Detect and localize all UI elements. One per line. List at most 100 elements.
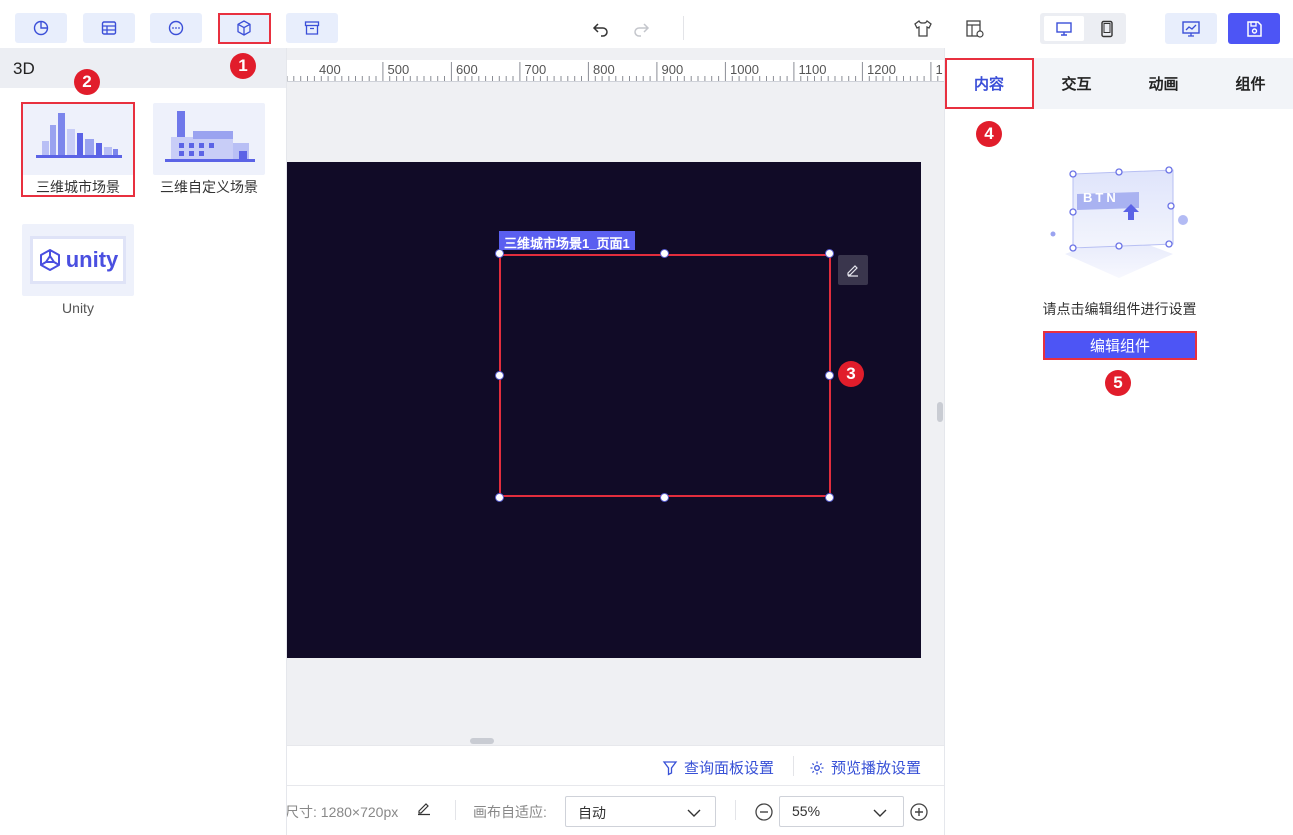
divider <box>683 16 684 40</box>
zoom-out-icon <box>755 803 773 821</box>
canvas-size-text: 尺寸: 1280×720px <box>285 804 399 820</box>
illustration-btn-text: BTN <box>1083 190 1119 205</box>
save-button[interactable] <box>1228 13 1280 44</box>
pencil-icon <box>418 803 430 816</box>
annotation-badge-5: 5 <box>1105 370 1131 396</box>
resize-handle-e[interactable] <box>825 371 834 380</box>
divider <box>793 756 794 776</box>
custom-scene-thumbnail[interactable] <box>153 103 265 175</box>
highlight-box-1 <box>218 13 271 44</box>
tab-interaction[interactable]: 交互 <box>1033 58 1120 109</box>
ruler-label: 600 <box>456 62 478 77</box>
theme-shirt-icon <box>914 20 932 37</box>
chevron-down-icon <box>687 809 701 817</box>
query-panel-settings-link[interactable]: 查询面板设置 <box>662 757 774 778</box>
custom-scene-label: 三维自定义场景 <box>160 179 258 195</box>
layout-settings-icon <box>966 20 984 38</box>
preview-button[interactable] <box>1165 13 1217 44</box>
ruler-ticks <box>287 62 939 81</box>
layout-settings-button[interactable] <box>964 18 986 40</box>
device-switch <box>1040 13 1126 44</box>
ruler-label: 900 <box>661 62 684 77</box>
canvas-status-bar: 尺寸: 1280×720px 画布自适应: 自动 55% <box>285 785 944 835</box>
save-icon <box>1247 20 1262 37</box>
zoom-in-button[interactable] <box>909 802 929 822</box>
highlight-box-5 <box>1043 331 1197 360</box>
ruler-label: 800 <box>593 62 615 77</box>
empty-state-illustration: BTN <box>1045 162 1193 280</box>
adapt-select-value: 自动 <box>578 805 606 821</box>
theme-button[interactable] <box>912 18 934 40</box>
archive-icon <box>304 21 320 35</box>
redo-button[interactable] <box>630 18 652 40</box>
mobile-button[interactable] <box>1092 16 1122 41</box>
table-button[interactable] <box>83 13 135 43</box>
zoom-select[interactable]: 55% <box>779 796 904 827</box>
component-library-panel: 3D 三维城市场景 三维自定义场景 unity Unity <box>0 48 287 835</box>
highlight-box-4 <box>945 58 1034 109</box>
desktop-button[interactable] <box>1044 16 1084 41</box>
ruler-label: 500 <box>387 62 410 77</box>
resize-handle-s[interactable] <box>660 493 669 502</box>
canvas-adapt-select[interactable]: 自动 <box>565 796 716 827</box>
annotation-badge-1: 1 <box>230 53 256 79</box>
properties-panel: 内容 交互 动画 组件 BTN 请点击编辑组件进行设置 编辑组件 <box>944 48 1293 835</box>
ruler-label: 1000 <box>730 62 759 77</box>
table-icon <box>101 21 117 35</box>
unity-thumbnail[interactable]: unity <box>22 224 134 296</box>
horizontal-ruler: 400 500 600 700 800 900 1000 1100 1200 1 <box>287 60 944 82</box>
divider <box>735 800 736 820</box>
ruler-label: 1200 <box>867 62 896 77</box>
pencil-icon <box>847 265 858 277</box>
chart-button[interactable] <box>15 13 67 43</box>
resize-handle-sw[interactable] <box>495 493 504 502</box>
desktop-icon <box>1056 21 1072 36</box>
canvas-adapt-label: 画布自适应: <box>473 804 547 820</box>
tab-animation[interactable]: 动画 <box>1120 58 1207 109</box>
ruler-label: 400 <box>319 62 341 77</box>
ruler-label: 1100 <box>798 62 827 77</box>
selected-component-frame[interactable] <box>499 254 831 497</box>
component-name-label: 三维城市场景1_页面1 <box>499 231 635 251</box>
undo-icon <box>592 23 608 37</box>
more-icon <box>168 20 184 36</box>
preview-playback-settings-link[interactable]: 预览播放设置 <box>809 757 921 778</box>
zoom-value: 55% <box>792 803 821 819</box>
resize-handle-w[interactable] <box>495 371 504 380</box>
preview-stage[interactable]: 三维城市场景1_页面1 3 <box>287 162 921 658</box>
factory-icon <box>165 111 255 162</box>
archive-button[interactable] <box>286 13 338 43</box>
button-illustration-icon <box>1050 166 1188 278</box>
edit-size-button[interactable] <box>416 800 436 820</box>
filter-icon <box>662 760 678 776</box>
panel-settings-bar: 查询面板设置 预览播放设置 <box>287 745 944 785</box>
empty-state-hint: 请点击编辑组件进行设置 <box>1042 301 1197 317</box>
horizontal-scrollbar[interactable] <box>470 738 494 744</box>
annotation-badge-3: 3 <box>838 361 864 387</box>
unity-cube-icon <box>39 249 60 271</box>
mobile-icon <box>1101 20 1113 37</box>
top-toolbar <box>0 0 1293 48</box>
resize-handle-nw[interactable] <box>495 249 504 258</box>
unity-logo-text: unity <box>65 247 119 272</box>
gear-icon <box>810 761 824 774</box>
resize-handle-ne[interactable] <box>825 249 834 258</box>
chart-icon <box>33 20 49 36</box>
tab-component[interactable]: 组件 <box>1207 58 1293 109</box>
edit-component-button[interactable] <box>838 255 868 285</box>
divider <box>455 800 456 820</box>
zoom-out-button[interactable] <box>754 802 774 822</box>
redo-icon <box>634 23 650 37</box>
canvas-workspace: 400 500 600 700 800 900 1000 1100 1200 1 三维城市场景1_… <box>287 48 944 745</box>
resize-handle-se[interactable] <box>825 493 834 502</box>
highlight-box-2 <box>21 102 135 197</box>
query-panel-label: 查询面板设置 <box>684 760 775 777</box>
unity-label: Unity <box>62 300 94 316</box>
more-button[interactable] <box>150 13 202 43</box>
annotation-badge-4: 4 <box>976 121 1002 147</box>
undo-button[interactable] <box>590 18 612 40</box>
chevron-down-icon <box>873 809 887 817</box>
preview-settings-label: 预览播放设置 <box>831 760 922 777</box>
vertical-scrollbar[interactable] <box>937 402 943 422</box>
resize-handle-n[interactable] <box>660 249 669 258</box>
